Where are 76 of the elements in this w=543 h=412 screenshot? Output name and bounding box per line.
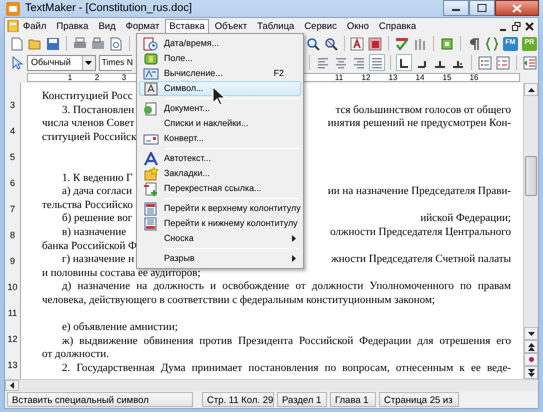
ruler-number: 12 bbox=[362, 72, 370, 84]
ruler-number: 8 bbox=[10, 229, 15, 242]
document-text: олжности Председателя Центрального bbox=[330, 226, 511, 240]
menu-item[interactable]: Файл bbox=[19, 18, 50, 34]
menu-item[interactable]: Перейти к верхнему колонтитулу bbox=[139, 201, 301, 216]
document-text: в) назначение bbox=[61, 226, 126, 240]
ruler-number: 13 bbox=[388, 72, 398, 84]
document-text: ж) выдвижение обвинения против Президента Российской Федерации для отрешения его bbox=[61, 334, 511, 348]
document-text: г) назначение н bbox=[61, 253, 134, 267]
window-title: TextMaker - [Constitution_rus.doc] bbox=[25, 1, 192, 16]
ruler-number: 6 bbox=[10, 177, 15, 190]
status-text: Стр. 11 Кол. 29 bbox=[202, 392, 274, 407]
status-text: Глава 1 bbox=[330, 392, 376, 407]
menu-item[interactable]: Сноска bbox=[139, 231, 301, 246]
menu-item[interactable]: Автотекст... bbox=[139, 151, 301, 166]
status-text: Вставить специальный символ bbox=[7, 392, 193, 407]
menu-item[interactable]: Поле... bbox=[139, 51, 301, 66]
document-text: ституцией Российск bbox=[42, 130, 136, 144]
ruler-number: 12 bbox=[7, 333, 18, 346]
menu-item[interactable]: Документ... bbox=[139, 101, 301, 116]
menu-item[interactable]: Перекрестная ссылка... bbox=[139, 181, 301, 196]
status-text: Страница 25 из bbox=[379, 392, 459, 407]
ruler-number: 14 bbox=[416, 72, 424, 84]
ruler-number: 15 bbox=[442, 72, 452, 84]
document-text: а) дача согласи bbox=[61, 185, 132, 199]
document-text: ии на назначение Председателя Прави- bbox=[328, 185, 511, 199]
ruler-number: 13 bbox=[7, 359, 18, 372]
menu-item[interactable]: Конверт... bbox=[139, 131, 301, 146]
menu-item[interactable]: Формат bbox=[122, 18, 164, 34]
ruler-number: 4 bbox=[10, 125, 15, 138]
document-text: б) решение вог bbox=[61, 212, 132, 226]
document-text: и половины состава ее аудиторов; bbox=[42, 266, 201, 280]
document-text: Конституцией Росс bbox=[42, 90, 133, 104]
menu-item[interactable]: Таблица bbox=[253, 18, 298, 34]
menu-item[interactable]: Окно bbox=[342, 18, 373, 34]
ruler-number: 11 bbox=[334, 72, 344, 84]
ruler-number: 5 bbox=[10, 151, 15, 164]
document-text: тельства Российско bbox=[42, 198, 133, 212]
menu-item[interactable]: Объект bbox=[210, 18, 252, 34]
menu-item[interactable]: Символ... bbox=[139, 81, 301, 96]
document-text: тся большинством голосов от общего bbox=[336, 104, 511, 118]
menu-item[interactable]: Списки и наклейки... bbox=[139, 116, 301, 131]
menu-item[interactable]: Закладки... bbox=[139, 166, 301, 181]
document-text: 3. Постановлен bbox=[61, 104, 134, 118]
ruler-number: 16 bbox=[470, 72, 478, 84]
document-text: числа членов Совет bbox=[42, 117, 134, 131]
document-text: от должности. bbox=[42, 348, 109, 362]
ruler-number: 1 bbox=[68, 72, 72, 84]
ruler-number: 11 bbox=[8, 307, 18, 320]
document-text: жности Председателя Счетной палаты bbox=[331, 253, 511, 267]
ruler-number: 7 bbox=[10, 203, 15, 216]
menu-item[interactable]: Правка bbox=[52, 18, 92, 34]
ruler-number: 3 bbox=[122, 72, 126, 84]
menu-item[interactable]: Сервис bbox=[300, 18, 341, 34]
ruler-number: 3 bbox=[10, 99, 15, 112]
menu-item[interactable]: Перейти к нижнему колонтитулу bbox=[139, 216, 301, 231]
menu-item[interactable]: Разрыв bbox=[139, 251, 301, 266]
document-text: ийской Федерации; bbox=[420, 212, 511, 226]
font-dropdown[interactable]: Times N bbox=[98, 54, 132, 70]
document-text: банка Российской Ф bbox=[42, 240, 137, 254]
menu-item[interactable]: Вычисление... F2 bbox=[139, 66, 301, 81]
menu-item[interactable]: Дата/время... bbox=[139, 36, 301, 51]
ruler-number: 2 bbox=[94, 72, 100, 84]
document-text: инятия решений не предусмотрен Кон- bbox=[328, 117, 511, 131]
menu-item[interactable]: Справка bbox=[374, 18, 420, 34]
document-text: человека, действующего в соответствии с федеральным конституционным законом; bbox=[42, 294, 435, 308]
menu-item[interactable]: Вставка bbox=[165, 18, 209, 34]
menu-item[interactable]: Вид bbox=[94, 18, 120, 34]
ruler-number: 9 bbox=[10, 255, 15, 268]
document-text: е) объявление амнистии; bbox=[61, 321, 178, 335]
document-text: 1. К ведению Г bbox=[61, 172, 133, 186]
document-text: д) назначение на должность и освобождение от должности Уполномоченного по правам bbox=[61, 280, 511, 294]
ruler-number: 10 bbox=[7, 281, 18, 294]
status-text: Раздел 1 bbox=[277, 392, 327, 407]
document-text: 2. Государственная Дума принимает постановления по вопросам, отнесенным к ее веде- bbox=[61, 362, 511, 376]
style-dropdown[interactable]: Обычный bbox=[27, 54, 96, 70]
